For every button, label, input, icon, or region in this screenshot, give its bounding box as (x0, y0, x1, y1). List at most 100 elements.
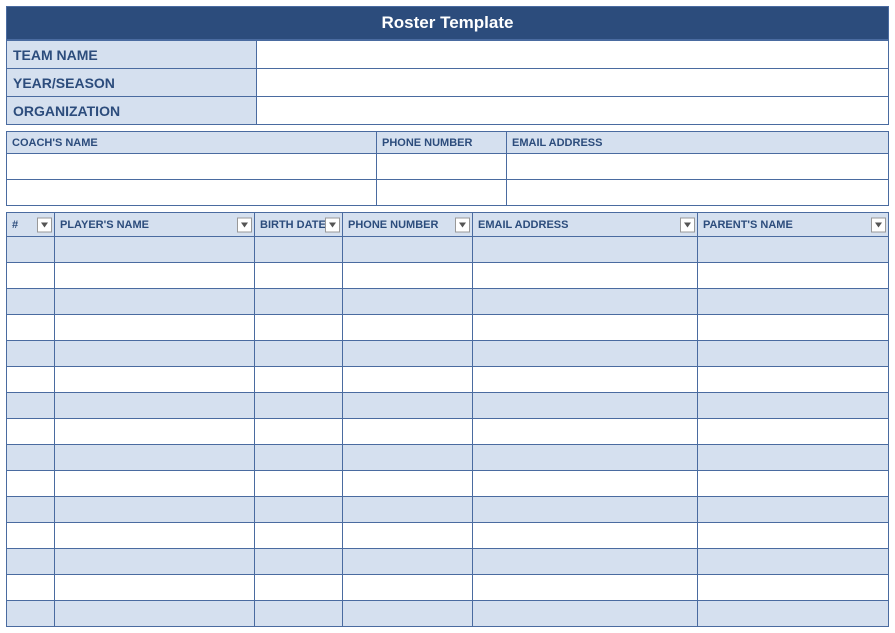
player-cell-phone-number[interactable] (343, 497, 473, 523)
filter-dropdown-button[interactable] (37, 217, 52, 232)
player-cell-player-name[interactable] (55, 393, 255, 419)
player-cell-player-name[interactable] (55, 601, 255, 627)
player-cell-birth-date[interactable] (255, 237, 343, 263)
player-cell-phone-number[interactable] (343, 419, 473, 445)
player-cell-phone-number[interactable] (343, 601, 473, 627)
player-cell-player-name[interactable] (55, 419, 255, 445)
player-cell-player-name[interactable] (55, 471, 255, 497)
player-cell-number[interactable] (7, 445, 55, 471)
player-cell-player-name[interactable] (55, 237, 255, 263)
player-cell-phone-number[interactable] (343, 523, 473, 549)
player-cell-birth-date[interactable] (255, 497, 343, 523)
player-cell-player-name[interactable] (55, 289, 255, 315)
player-cell-player-name[interactable] (55, 315, 255, 341)
player-cell-player-name[interactable] (55, 549, 255, 575)
player-cell-birth-date[interactable] (255, 445, 343, 471)
player-cell-email-address[interactable] (473, 497, 698, 523)
player-cell-birth-date[interactable] (255, 263, 343, 289)
player-cell-player-name[interactable] (55, 341, 255, 367)
player-cell-parent-name[interactable] (698, 237, 889, 263)
player-cell-number[interactable] (7, 263, 55, 289)
player-cell-email-address[interactable] (473, 419, 698, 445)
player-cell-email-address[interactable] (473, 289, 698, 315)
player-cell-email-address[interactable] (473, 523, 698, 549)
player-cell-parent-name[interactable] (698, 549, 889, 575)
player-cell-phone-number[interactable] (343, 263, 473, 289)
player-cell-email-address[interactable] (473, 315, 698, 341)
filter-dropdown-button[interactable] (680, 217, 695, 232)
player-cell-parent-name[interactable] (698, 393, 889, 419)
player-cell-birth-date[interactable] (255, 575, 343, 601)
player-cell-parent-name[interactable] (698, 601, 889, 627)
player-cell-email-address[interactable] (473, 237, 698, 263)
player-cell-phone-number[interactable] (343, 575, 473, 601)
player-cell-player-name[interactable] (55, 367, 255, 393)
player-cell-number[interactable] (7, 237, 55, 263)
coach-cell-email[interactable] (507, 154, 889, 180)
info-value[interactable] (257, 69, 889, 97)
player-cell-email-address[interactable] (473, 263, 698, 289)
player-cell-phone-number[interactable] (343, 471, 473, 497)
player-cell-number[interactable] (7, 497, 55, 523)
player-cell-parent-name[interactable] (698, 263, 889, 289)
player-cell-birth-date[interactable] (255, 367, 343, 393)
player-cell-number[interactable] (7, 341, 55, 367)
player-cell-parent-name[interactable] (698, 523, 889, 549)
player-cell-birth-date[interactable] (255, 419, 343, 445)
player-cell-birth-date[interactable] (255, 601, 343, 627)
player-cell-number[interactable] (7, 601, 55, 627)
info-value[interactable] (257, 41, 889, 69)
player-cell-phone-number[interactable] (343, 549, 473, 575)
filter-dropdown-button[interactable] (871, 217, 886, 232)
player-cell-phone-number[interactable] (343, 315, 473, 341)
player-cell-birth-date[interactable] (255, 315, 343, 341)
player-cell-player-name[interactable] (55, 523, 255, 549)
player-cell-birth-date[interactable] (255, 341, 343, 367)
player-cell-phone-number[interactable] (343, 237, 473, 263)
player-cell-email-address[interactable] (473, 575, 698, 601)
player-cell-number[interactable] (7, 289, 55, 315)
player-cell-birth-date[interactable] (255, 393, 343, 419)
player-cell-parent-name[interactable] (698, 315, 889, 341)
coach-cell-name[interactable] (7, 154, 377, 180)
player-cell-number[interactable] (7, 471, 55, 497)
player-cell-number[interactable] (7, 419, 55, 445)
player-cell-phone-number[interactable] (343, 341, 473, 367)
player-cell-birth-date[interactable] (255, 471, 343, 497)
player-cell-email-address[interactable] (473, 445, 698, 471)
filter-dropdown-button[interactable] (325, 217, 340, 232)
player-cell-player-name[interactable] (55, 445, 255, 471)
player-cell-phone-number[interactable] (343, 445, 473, 471)
filter-dropdown-button[interactable] (455, 217, 470, 232)
player-cell-number[interactable] (7, 315, 55, 341)
player-cell-email-address[interactable] (473, 549, 698, 575)
player-cell-email-address[interactable] (473, 341, 698, 367)
info-value[interactable] (257, 97, 889, 125)
player-cell-parent-name[interactable] (698, 575, 889, 601)
player-cell-number[interactable] (7, 549, 55, 575)
player-cell-email-address[interactable] (473, 367, 698, 393)
coach-cell-phone[interactable] (377, 180, 507, 206)
player-cell-parent-name[interactable] (698, 471, 889, 497)
player-cell-birth-date[interactable] (255, 549, 343, 575)
player-cell-number[interactable] (7, 393, 55, 419)
coach-cell-email[interactable] (507, 180, 889, 206)
player-cell-player-name[interactable] (55, 575, 255, 601)
player-cell-number[interactable] (7, 575, 55, 601)
player-cell-number[interactable] (7, 367, 55, 393)
coach-cell-phone[interactable] (377, 154, 507, 180)
player-cell-parent-name[interactable] (698, 445, 889, 471)
player-cell-parent-name[interactable] (698, 341, 889, 367)
player-cell-birth-date[interactable] (255, 523, 343, 549)
player-cell-phone-number[interactable] (343, 289, 473, 315)
player-cell-email-address[interactable] (473, 471, 698, 497)
player-cell-email-address[interactable] (473, 601, 698, 627)
player-cell-parent-name[interactable] (698, 289, 889, 315)
player-cell-player-name[interactable] (55, 263, 255, 289)
coach-cell-name[interactable] (7, 180, 377, 206)
player-cell-birth-date[interactable] (255, 289, 343, 315)
player-cell-number[interactable] (7, 523, 55, 549)
player-cell-phone-number[interactable] (343, 367, 473, 393)
player-cell-email-address[interactable] (473, 393, 698, 419)
player-cell-parent-name[interactable] (698, 419, 889, 445)
